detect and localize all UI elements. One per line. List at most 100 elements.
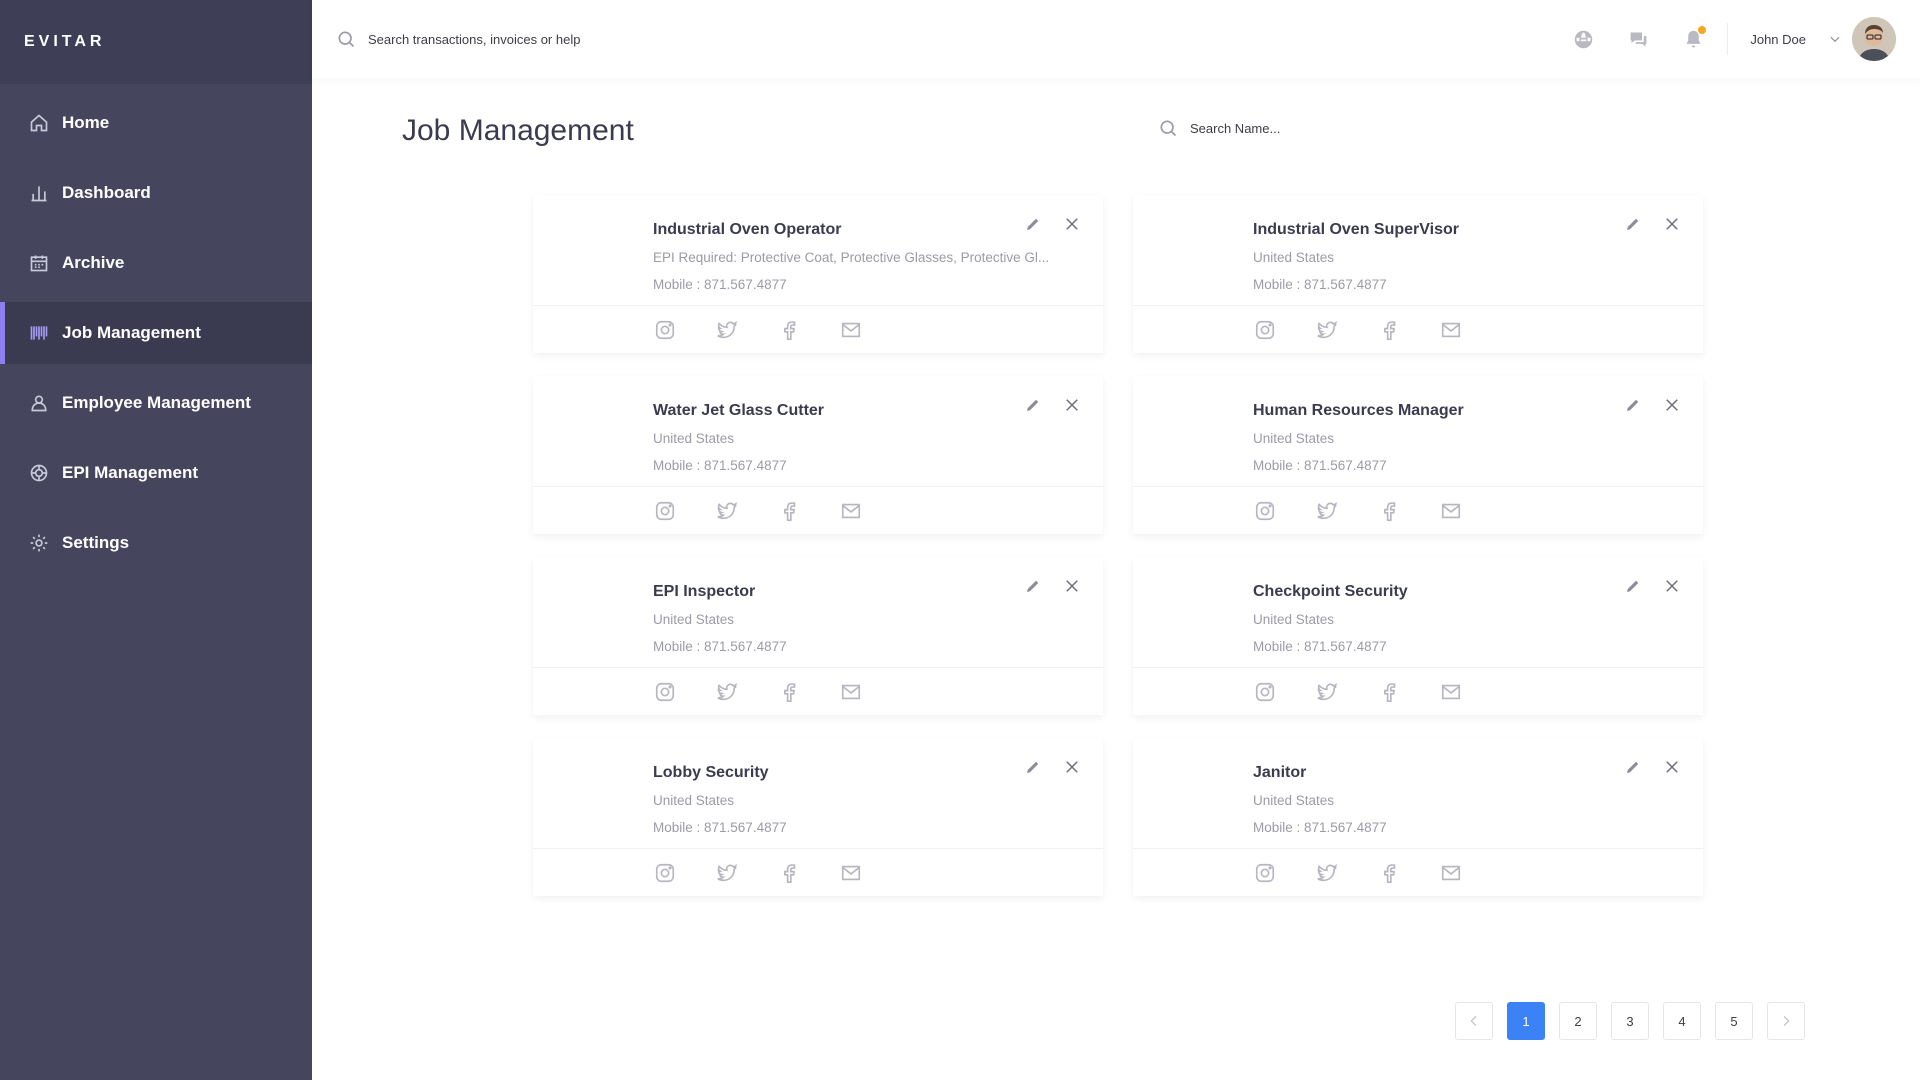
card-divider [533, 305, 1103, 306]
close-icon[interactable] [1661, 394, 1683, 416]
job-phone: Mobile : 871.567.4877 [1253, 820, 1387, 835]
instagram-icon[interactable] [653, 499, 677, 523]
instagram-icon[interactable] [1253, 499, 1277, 523]
sidebar-item-label: Job Management [62, 323, 201, 342]
brand-logo[interactable]: EVITAR [0, 0, 312, 84]
twitter-icon[interactable] [715, 861, 739, 885]
close-icon[interactable] [1061, 394, 1083, 416]
card-divider [1133, 848, 1703, 849]
sidebar-item-employee-management[interactable]: Employee Management [0, 372, 312, 434]
edit-pencil-icon[interactable] [1622, 213, 1644, 235]
bell-icon[interactable] [1681, 26, 1707, 51]
twitter-icon[interactable] [1315, 318, 1339, 342]
global-search-input[interactable] [368, 31, 788, 47]
close-icon[interactable] [1661, 575, 1683, 597]
facebook-icon[interactable] [1377, 499, 1401, 523]
mail-icon[interactable] [1439, 499, 1463, 523]
sidebar-item-settings[interactable]: Settings [0, 512, 312, 574]
sidebar-item-dashboard[interactable]: Dashboard [0, 162, 312, 224]
next-page-button[interactable] [1767, 1002, 1805, 1040]
close-icon[interactable] [1061, 575, 1083, 597]
calendar-icon [28, 252, 50, 274]
page-button-2[interactable]: 2 [1559, 1002, 1597, 1040]
job-subtitle: United States [1253, 250, 1335, 265]
mail-icon[interactable] [839, 861, 863, 885]
facebook-icon[interactable] [777, 861, 801, 885]
job-card[interactable]: Checkpoint Security United States Mobile… [1133, 557, 1703, 715]
mail-icon[interactable] [1439, 680, 1463, 704]
edit-pencil-icon[interactable] [1022, 213, 1044, 235]
globe-icon[interactable] [1571, 27, 1595, 51]
sidebar-item-job-management[interactable]: Job Management [0, 302, 312, 364]
job-card[interactable]: Water Jet Glass Cutter United States Mob… [533, 376, 1103, 534]
edit-pencil-icon[interactable] [1022, 394, 1044, 416]
facebook-icon[interactable] [1377, 861, 1401, 885]
home-icon [28, 112, 50, 134]
avatar[interactable] [1852, 17, 1896, 61]
twitter-icon[interactable] [715, 318, 739, 342]
mail-icon[interactable] [1439, 861, 1463, 885]
instagram-icon[interactable] [1253, 680, 1277, 704]
job-subtitle: United States [1253, 612, 1335, 627]
prev-page-button[interactable] [1455, 1002, 1493, 1040]
page-button-5[interactable]: 5 [1715, 1002, 1753, 1040]
page-button-1[interactable]: 1 [1507, 1002, 1545, 1040]
job-card[interactable]: Industrial Oven Operator EPI Required: P… [533, 195, 1103, 353]
sidebar-item-home[interactable]: Home [0, 92, 312, 154]
instagram-icon[interactable] [653, 680, 677, 704]
facebook-icon[interactable] [777, 318, 801, 342]
card-actions [1005, 394, 1083, 416]
close-icon[interactable] [1061, 756, 1083, 778]
edit-pencil-icon[interactable] [1022, 575, 1044, 597]
instagram-icon[interactable] [653, 318, 677, 342]
twitter-icon[interactable] [1315, 499, 1339, 523]
instagram-icon[interactable] [1253, 318, 1277, 342]
edit-pencil-icon[interactable] [1022, 756, 1044, 778]
job-phone: Mobile : 871.567.4877 [1253, 639, 1387, 654]
sidebar-item-label: Dashboard [62, 183, 151, 202]
page-button-4[interactable]: 4 [1663, 1002, 1701, 1040]
sidebar-item-archive[interactable]: Archive [0, 232, 312, 294]
job-card[interactable]: Industrial Oven SuperVisor United States… [1133, 195, 1703, 353]
close-icon[interactable] [1661, 213, 1683, 235]
sidebar-item-label: Settings [62, 533, 130, 552]
user-name[interactable]: John Doe [1750, 32, 1806, 47]
mail-icon[interactable] [839, 499, 863, 523]
user-icon [28, 392, 50, 414]
name-search-input[interactable] [1190, 120, 1390, 136]
close-icon[interactable] [1661, 756, 1683, 778]
close-icon[interactable] [1061, 213, 1083, 235]
facebook-icon[interactable] [1377, 318, 1401, 342]
edit-pencil-icon[interactable] [1622, 756, 1644, 778]
job-card[interactable]: EPI Inspector United States Mobile : 871… [533, 557, 1103, 715]
twitter-icon[interactable] [1315, 861, 1339, 885]
facebook-icon[interactable] [777, 499, 801, 523]
mail-icon[interactable] [1439, 318, 1463, 342]
job-title: Water Jet Glass Cutter [653, 402, 825, 419]
mail-icon[interactable] [839, 680, 863, 704]
edit-pencil-icon[interactable] [1622, 394, 1644, 416]
mail-icon[interactable] [839, 318, 863, 342]
page-button-3[interactable]: 3 [1611, 1002, 1649, 1040]
search-icon [1160, 120, 1177, 137]
chevron-right-icon [1783, 1015, 1790, 1027]
sidebar-item-epi-management[interactable]: EPI Management [0, 442, 312, 504]
job-card[interactable]: Janitor United States Mobile : 871.567.4… [1133, 738, 1703, 896]
instagram-icon[interactable] [653, 861, 677, 885]
instagram-icon[interactable] [1253, 861, 1277, 885]
facebook-icon[interactable] [1377, 680, 1401, 704]
bar-chart-icon [28, 182, 50, 204]
job-title: Human Resources Manager [1253, 402, 1464, 419]
job-card[interactable]: Human Resources Manager United States Mo… [1133, 376, 1703, 534]
twitter-icon[interactable] [715, 499, 739, 523]
social-links [653, 499, 901, 523]
chat-icon[interactable] [1626, 27, 1650, 51]
twitter-icon[interactable] [1315, 680, 1339, 704]
job-card[interactable]: Lobby Security United States Mobile : 87… [533, 738, 1103, 896]
card-actions [1005, 756, 1083, 778]
social-links [653, 318, 901, 342]
chevron-down-icon[interactable] [1828, 32, 1842, 46]
twitter-icon[interactable] [715, 680, 739, 704]
facebook-icon[interactable] [777, 680, 801, 704]
edit-pencil-icon[interactable] [1622, 575, 1644, 597]
